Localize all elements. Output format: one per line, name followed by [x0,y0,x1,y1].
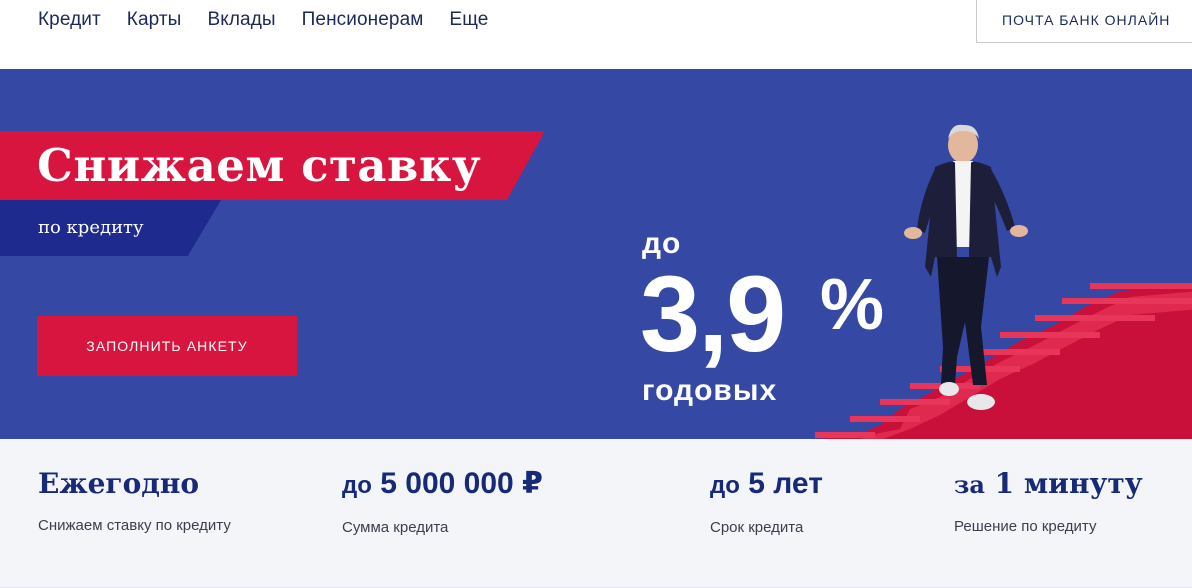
rate-suffix: годовых [642,374,778,407]
feature-value-row: до 5 000 000 ₽ [342,467,543,503]
feature-label: Сумма кредита [342,519,449,536]
feature-label: Решение по кредиту [954,518,1097,535]
feature-value-row: до 5 лет [710,467,823,503]
feature-value: 5 000 000 ₽ [380,467,543,500]
hero-banner: Снижаем ставку по кредиту ЗАПОЛНИТЬ АНКЕ… [0,69,1192,439]
spokesperson-figure [904,124,1028,410]
rate-value: 3,9 [640,253,786,374]
top-navigation: Кредит Карты Вклады Пенсионерам Еще ПОЧТ… [0,0,1192,69]
feature-value-row: за 1 минуту [954,467,1143,502]
feature-value: 5 лет [748,467,823,500]
feature-prefix: до [710,472,740,499]
feature-prefix: до [342,472,372,499]
feature-decision: за 1 минуту Решение по кредиту [954,467,1143,535]
feature-prefix: за [954,470,985,499]
nav-link-more[interactable]: Еще [449,9,488,31]
feature-value: Ежегодно [38,467,200,500]
feature-value: 1 минуту [994,467,1143,500]
rate-percent: % [820,265,885,345]
features-strip: Ежегодно Снижаем ставку по кредиту до 5 … [0,439,1192,588]
online-bank-button[interactable]: ПОЧТА БАНК ОНЛАЙН [976,0,1192,43]
feature-annual: Ежегодно Снижаем ставку по кредиту [38,467,231,534]
nav-link-credit[interactable]: Кредит [38,9,101,31]
nav-link-pensioners[interactable]: Пенсионерам [302,9,424,31]
nav-link-deposits[interactable]: Вклады [207,9,275,31]
hero-subtitle: по кредиту [38,217,144,238]
feature-term: до 5 лет Срок кредита [710,467,823,536]
feature-label: Снижаем ставку по кредиту [38,517,231,534]
fill-application-button[interactable]: ЗАПОЛНИТЬ АНКЕТУ [37,316,297,376]
hero-title: Снижаем ставку [37,139,482,192]
feature-amount: до 5 000 000 ₽ Сумма кредита [342,467,543,536]
nav-links: Кредит Карты Вклады Пенсионерам Еще [38,9,488,31]
feature-label: Срок кредита [710,519,804,536]
nav-link-cards[interactable]: Карты [127,9,182,31]
